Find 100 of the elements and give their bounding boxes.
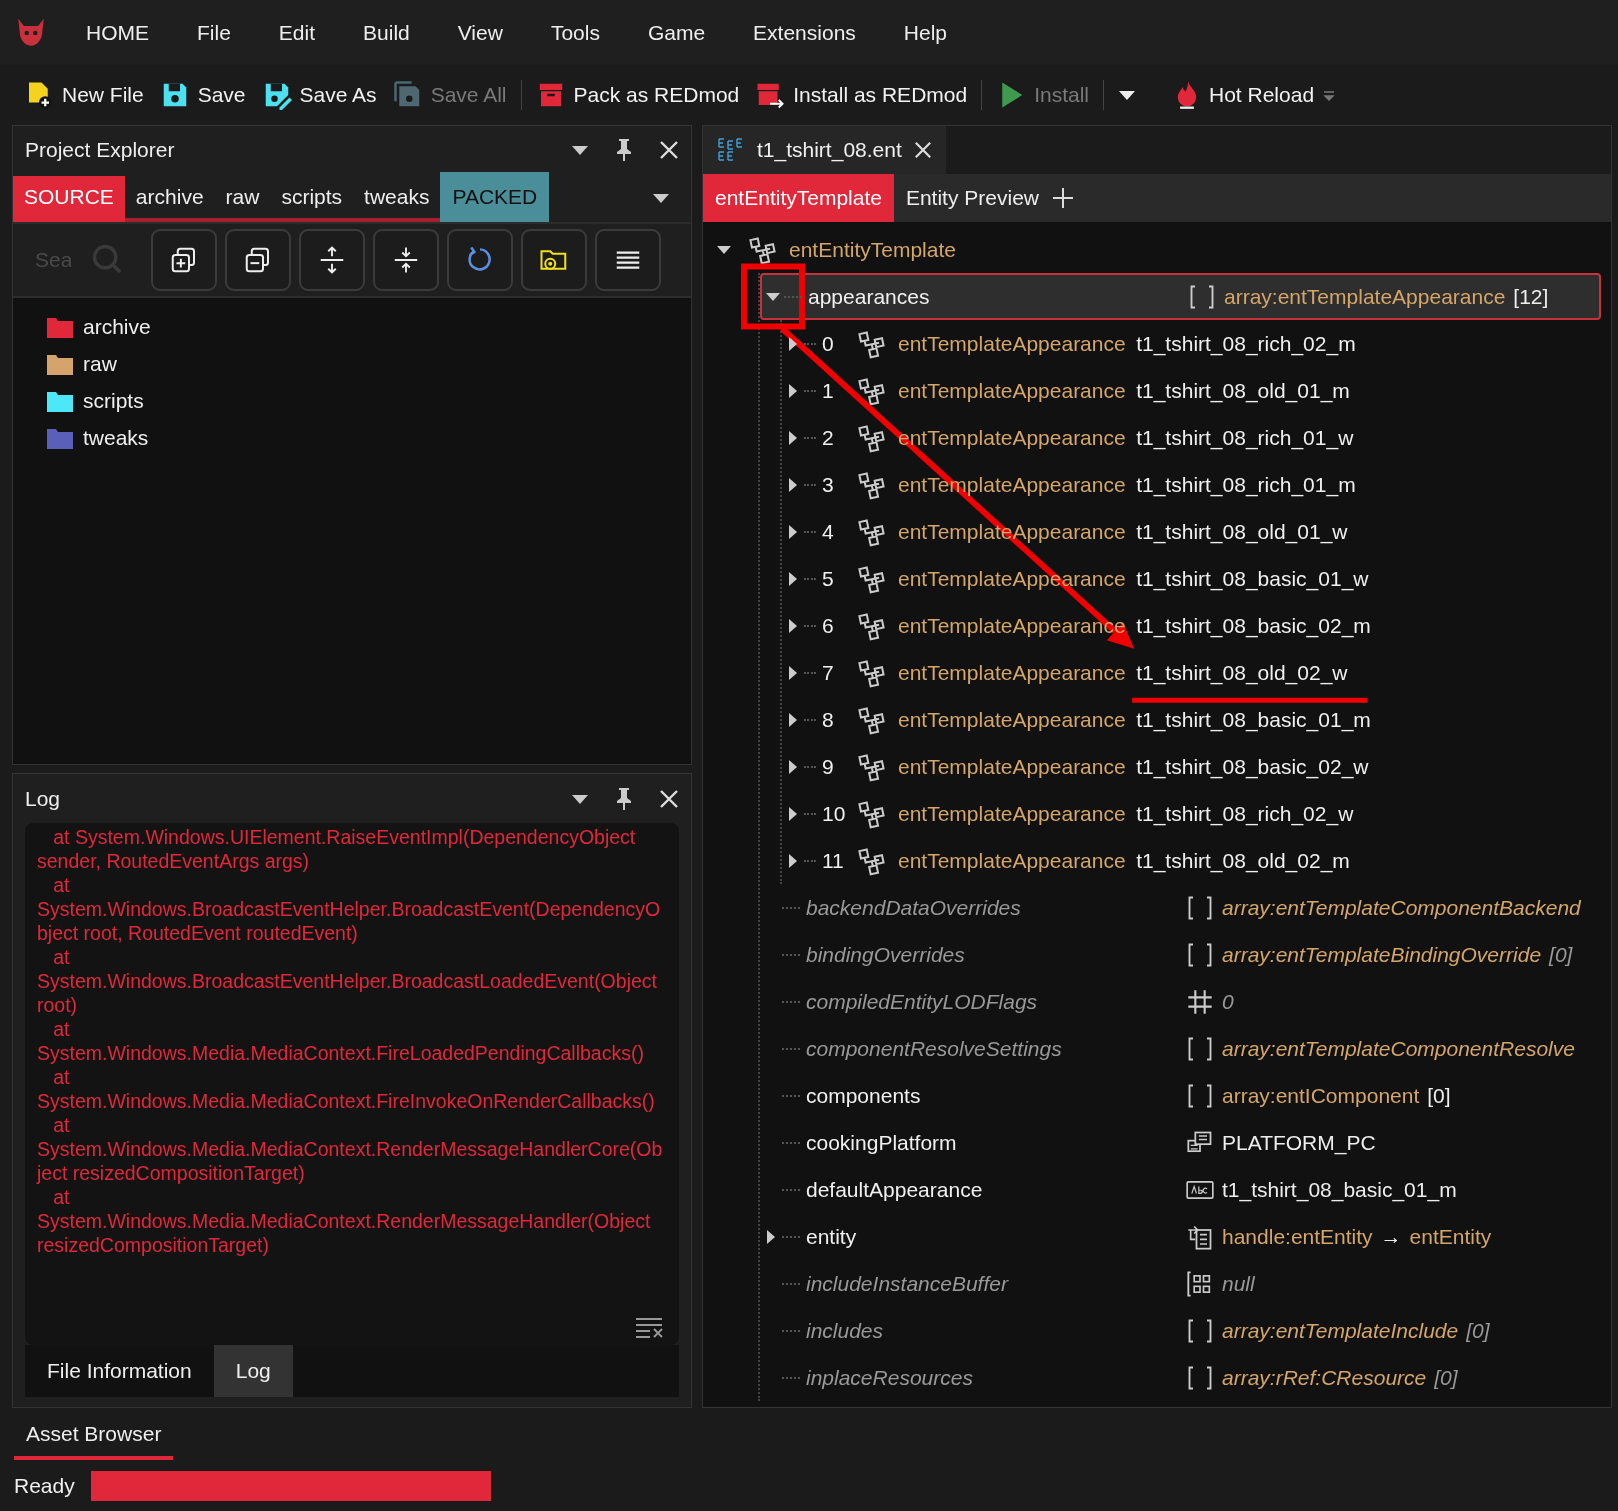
panel-tab[interactable]: File Information	[25, 1344, 214, 1397]
explorer-tab[interactable]: SOURCE	[13, 176, 125, 222]
property-name: cookingPlatform	[806, 1129, 958, 1156]
expanded-arrow-icon[interactable]	[765, 290, 781, 303]
appearance-name: t1_tshirt_08_basic_02_m	[1136, 612, 1371, 640]
item-index: 1	[822, 377, 835, 404]
hot-reload-button[interactable]: Hot Reload	[1165, 75, 1323, 115]
property-value: [0]	[1549, 941, 1573, 968]
property-name: compiledEntityLODFlags	[806, 988, 1039, 1015]
property-value: [0]	[1466, 1317, 1490, 1344]
tool-button[interactable]	[373, 229, 439, 291]
folder-name[interactable]: raw	[83, 347, 117, 380]
menu-item[interactable]: Tools	[526, 16, 624, 49]
dropdown-icon[interactable]	[571, 144, 589, 156]
menu-item[interactable]: Build	[339, 16, 434, 49]
property-name: backendDataOverrides	[806, 894, 1022, 921]
explorer-tab[interactable]: scripts	[270, 176, 354, 222]
close-icon[interactable]	[659, 788, 679, 809]
tool-button[interactable]	[299, 229, 365, 291]
struct-icon	[858, 798, 888, 829]
add-icon[interactable]	[1051, 186, 1075, 210]
property-value: t1_tshirt_08_basic_01_m	[1222, 1176, 1457, 1204]
menu-item[interactable]: Edit	[254, 16, 340, 49]
toolbar-button[interactable]: Save	[151, 75, 254, 115]
log-line: at System.Windows.BroadcastEventHelper.BroadcastLoadedEvent(Object root)	[37, 945, 658, 1018]
appearance-name: t1_tshirt_08_basic_02_w	[1136, 753, 1369, 781]
menu-item[interactable]: Game	[623, 16, 730, 49]
item-index: 2	[822, 424, 835, 451]
struct-icon	[858, 704, 888, 735]
menu-item[interactable]: Help	[879, 16, 972, 49]
tool-button[interactable]	[521, 229, 587, 291]
value-type: array:entTemplateBindingOverride	[1222, 941, 1542, 968]
item-index: 4	[822, 518, 835, 545]
node-type: entEntityTemplate	[789, 236, 956, 263]
collapsed-arrow-icon[interactable]	[788, 805, 798, 822]
explorer-tab[interactable]: archive	[124, 176, 215, 222]
toolbar-button[interactable]: Install as REDmod	[747, 75, 976, 115]
collapsed-arrow-icon[interactable]	[788, 476, 798, 493]
panel-tab[interactable]: Log	[213, 1344, 293, 1397]
property-name: entity	[806, 1223, 858, 1250]
toolbar-button[interactable]: New File	[16, 75, 152, 115]
menu-item[interactable]: File	[173, 16, 255, 49]
collapsed-arrow-icon[interactable]	[788, 382, 798, 399]
struct-icon	[858, 422, 888, 453]
caret-icon	[1118, 89, 1136, 101]
property-name: bindingOverrides	[806, 941, 966, 968]
folder-name[interactable]: tweaks	[83, 421, 149, 454]
tool-button[interactable]	[595, 229, 661, 291]
toolbar-button[interactable]: Save As	[253, 75, 385, 115]
value-type: array:rRef:CResource	[1222, 1364, 1427, 1391]
selected-row[interactable]: appearances array:entTemplateAppearance [12]	[760, 273, 1601, 320]
log-line: at System.Windows.BroadcastEventHelper.BroadcastEvent(DependencyObject root, RoutedEvent routedEvent)	[37, 873, 662, 946]
appearance-name: t1_tshirt_08_basic_01_m	[1136, 706, 1371, 734]
dock-tab[interactable]: Asset Browser	[14, 1412, 174, 1460]
collapsed-arrow-icon[interactable]	[766, 1228, 776, 1245]
menu-item[interactable]: Extensions	[729, 16, 880, 49]
appearance-name: t1_tshirt_08_old_02_w	[1136, 659, 1348, 687]
struct-icon	[858, 469, 888, 500]
struct-icon	[858, 516, 888, 547]
view-tab[interactable]: Entity Preview	[893, 174, 1051, 222]
node-type: entTemplateAppearance	[898, 847, 1126, 874]
node-type: entTemplateAppearance	[898, 659, 1126, 686]
value-type: array:entTemplateInclude	[1222, 1317, 1459, 1344]
pin-icon[interactable]	[615, 138, 633, 162]
menu-item[interactable]: View	[433, 16, 527, 49]
property-value: →	[1380, 1223, 1402, 1250]
collapsed-arrow-icon[interactable]	[788, 664, 798, 681]
collapsed-arrow-icon[interactable]	[788, 335, 798, 352]
close-icon[interactable]	[913, 141, 932, 159]
property-name: defaultAppearance	[806, 1176, 984, 1203]
collapsed-arrow-icon[interactable]	[788, 758, 798, 775]
packed-toggle[interactable]: PACKED	[440, 172, 550, 222]
collapsed-arrow-icon[interactable]	[788, 617, 798, 634]
expanded-arrow-icon[interactable]	[716, 243, 732, 256]
tool-button[interactable]	[151, 229, 217, 291]
struct-icon	[858, 657, 888, 688]
panel-title: Project Explorer	[25, 137, 175, 164]
property-name: appearances	[808, 283, 931, 310]
item-index: 11	[822, 847, 845, 874]
folder-name[interactable]: archive	[83, 310, 151, 343]
appearance-name: t1_tshirt_08_basic_01_w	[1136, 565, 1369, 593]
explorer-tab[interactable]: raw	[214, 176, 271, 222]
close-icon[interactable]	[659, 140, 679, 160]
toolbar-button[interactable]: Pack as REDmod	[527, 75, 748, 115]
dropdown-icon[interactable]	[652, 192, 670, 204]
collapsed-arrow-icon[interactable]	[788, 711, 798, 728]
tool-button[interactable]	[225, 229, 291, 291]
collapsed-arrow-icon[interactable]	[788, 852, 798, 869]
log-line: at System.Windows.Media.MediaContext.FireLoadedPendingCallbacks()	[37, 1017, 645, 1066]
collapsed-arrow-icon[interactable]	[788, 523, 798, 540]
folder-name[interactable]: scripts	[83, 384, 144, 417]
overflow-icon[interactable]	[1322, 88, 1337, 102]
collapsed-arrow-icon[interactable]	[788, 429, 798, 446]
view-tab[interactable]: entEntityTemplate	[703, 174, 894, 222]
pin-icon[interactable]	[615, 786, 633, 811]
collapsed-arrow-icon[interactable]	[788, 570, 798, 587]
dropdown-icon[interactable]	[571, 792, 589, 805]
menu-item[interactable]: HOME	[62, 16, 173, 49]
struct-icon	[749, 234, 779, 265]
document-tab[interactable]: t1_tshirt_08.ent	[703, 126, 946, 174]
